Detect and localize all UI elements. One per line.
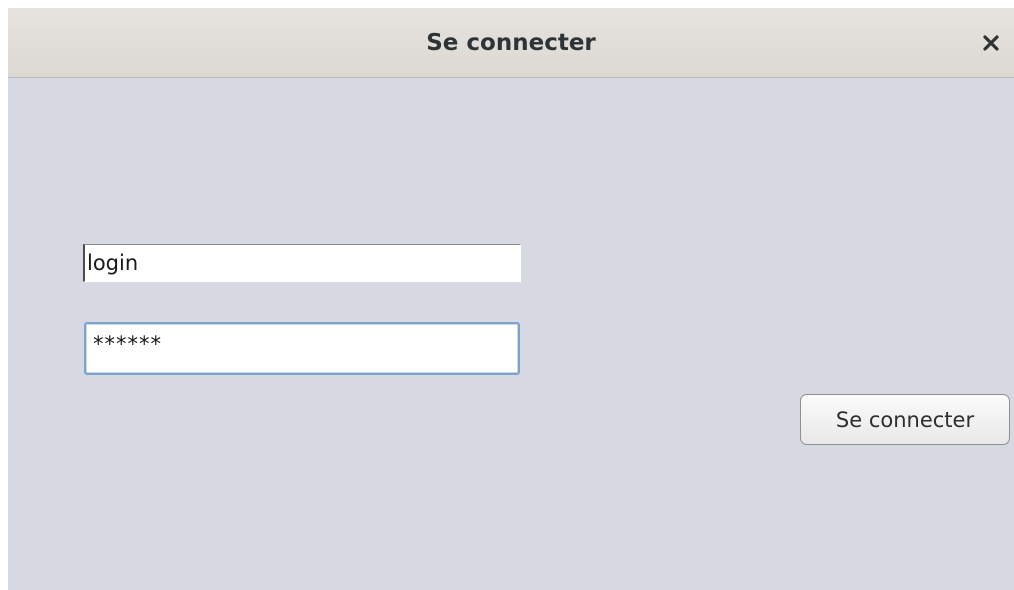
close-icon [982, 34, 1000, 52]
title-bar: Se connecter [8, 8, 1014, 78]
login-dialog: Se connecter Se connecter [8, 8, 1014, 590]
login-field[interactable] [83, 244, 521, 282]
connect-button[interactable]: Se connecter [800, 394, 1010, 445]
window-title: Se connecter [426, 30, 596, 56]
close-button[interactable] [974, 26, 1008, 60]
password-field[interactable] [84, 322, 520, 375]
